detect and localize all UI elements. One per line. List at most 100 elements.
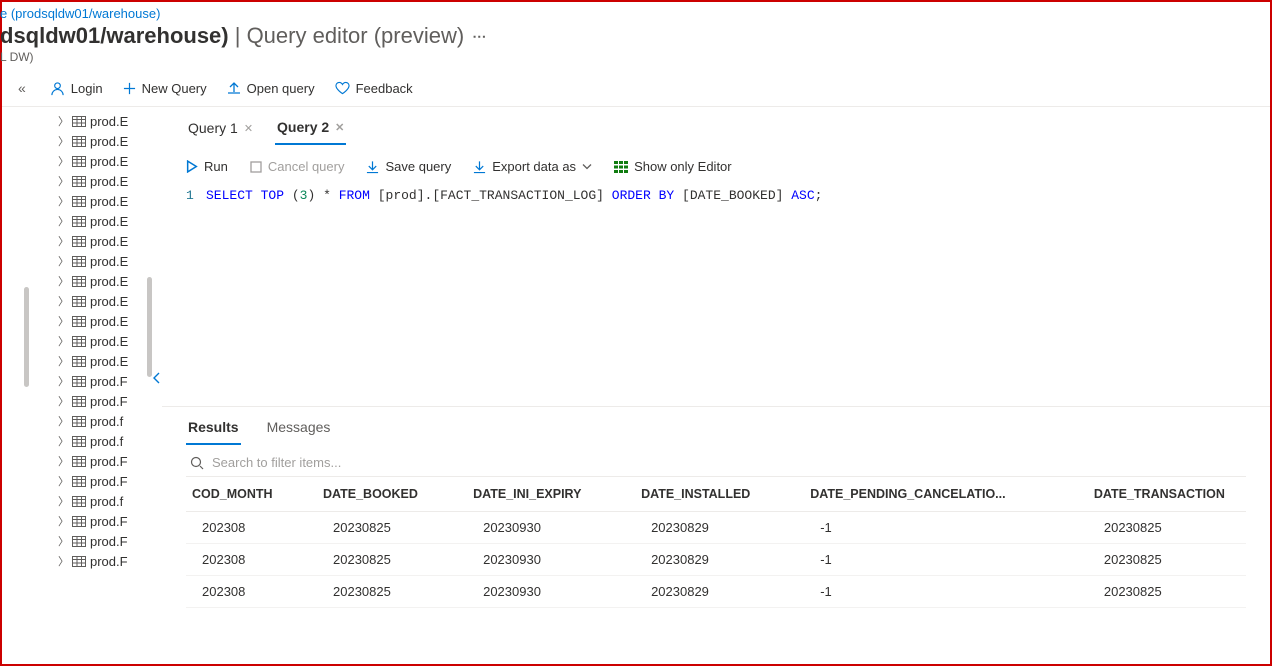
chevron-right-icon: 〉 <box>58 353 68 369</box>
page-subtitle: L DW) <box>0 50 1270 64</box>
sidebar-item-label: prod.E <box>90 254 128 269</box>
login-button[interactable]: Login <box>50 81 103 96</box>
results-grid[interactable]: COD_MONTHDATE_BOOKEDDATE_INI_EXPIRYDATE_… <box>186 477 1246 608</box>
sidebar-item[interactable]: 〉prod.E <box>58 271 152 291</box>
sidebar-item[interactable]: 〉prod.F <box>58 451 152 471</box>
top-toolbar: « Login New Query Open query Feedback <box>2 70 1270 107</box>
chevron-right-icon: 〉 <box>58 513 68 529</box>
more-icon[interactable]: ⋯ <box>472 28 486 45</box>
query-tab[interactable]: Query 1✕ <box>186 115 255 145</box>
sidebar-item[interactable]: 〉prod.E <box>58 151 152 171</box>
table-icon <box>72 516 86 527</box>
sidebar-item[interactable]: 〉prod.E <box>58 191 152 211</box>
sql-editor[interactable]: 1 SELECT TOP (3) * FROM [prod].[FACT_TRA… <box>162 186 1270 406</box>
table-row[interactable]: 202308202308252023093020230829-120230825 <box>186 576 1246 608</box>
chevron-right-icon: 〉 <box>58 433 68 449</box>
table-icon <box>72 296 86 307</box>
feedback-button[interactable]: Feedback <box>335 81 413 96</box>
sidebar-item-label: prod.E <box>90 274 128 289</box>
column-header[interactable]: DATE_BOOKED <box>317 477 467 512</box>
chevron-right-icon: 〉 <box>58 473 68 489</box>
column-header[interactable]: DATE_INSTALLED <box>635 477 804 512</box>
chevron-down-icon <box>582 163 592 170</box>
close-icon[interactable]: ✕ <box>244 122 253 135</box>
table-icon <box>72 116 86 127</box>
sidebar-item[interactable]: 〉prod.F <box>58 531 152 551</box>
table-icon <box>72 436 86 447</box>
feedback-label: Feedback <box>356 81 413 96</box>
sidebar-item[interactable]: 〉prod.F <box>58 371 152 391</box>
cell: 202308 <box>186 544 317 576</box>
cell: 20230825 <box>317 512 467 544</box>
chevron-right-icon: 〉 <box>58 233 68 249</box>
cell: 20230825 <box>317 544 467 576</box>
sidebar-item[interactable]: 〉prod.E <box>58 171 152 191</box>
column-header[interactable]: DATE_TRANSACTION <box>1088 477 1246 512</box>
table-icon <box>72 496 86 507</box>
sidebar-item[interactable]: 〉prod.E <box>58 211 152 231</box>
sidebar-item[interactable]: 〉prod.E <box>58 311 152 331</box>
close-icon[interactable]: ✕ <box>335 121 344 134</box>
login-label: Login <box>71 81 103 96</box>
chevron-right-icon: 〉 <box>58 313 68 329</box>
editor-toggle-label: Show only Editor <box>634 159 732 174</box>
sidebar-item[interactable]: 〉 prod.E <box>58 131 152 151</box>
sidebar-item[interactable]: 〉prod.F <box>58 511 152 531</box>
sidebar-item[interactable]: 〉 prod.F <box>58 471 152 491</box>
stop-icon <box>250 161 262 173</box>
run-button[interactable]: Run <box>186 159 228 174</box>
results-search-input[interactable] <box>212 455 512 470</box>
sidebar-item[interactable]: 〉prod.E <box>58 111 152 131</box>
table-icon <box>72 396 86 407</box>
object-explorer-sidebar[interactable]: 〉prod.E〉prod.E〉prod.E〉prod.E〉prod.E〉prod… <box>2 107 152 649</box>
chevron-right-icon: 〉 <box>58 453 68 469</box>
open-query-button[interactable]: Open query <box>227 81 315 96</box>
sql-code[interactable]: SELECT TOP (3) * FROM [prod].[FACT_TRANS… <box>206 188 822 404</box>
scrollbar[interactable] <box>147 277 152 377</box>
collapse-sidebar-button[interactable]: « <box>14 80 30 96</box>
cell: 20230930 <box>467 576 635 608</box>
page-title: dsqldw01/warehouse) | Query editor (prev… <box>0 23 1270 49</box>
query-tab[interactable]: Query 2✕ <box>275 115 346 145</box>
table-icon <box>72 456 86 467</box>
sidebar-item[interactable]: 〉 prod.E <box>58 351 152 371</box>
table-row[interactable]: 202308202308252023093020230829-120230825 <box>186 512 1246 544</box>
chevron-right-icon: 〉 <box>58 493 68 509</box>
new-query-button[interactable]: New Query <box>123 81 207 96</box>
cell: 202308 <box>186 512 317 544</box>
sidebar-item[interactable]: 〉prod.f <box>58 431 152 451</box>
tab-results[interactable]: Results <box>186 415 241 445</box>
sidebar-item-label: prod.F <box>90 394 128 409</box>
sidebar-item[interactable]: 〉prod.F <box>58 551 152 571</box>
sidebar-item-label: prod.E <box>90 134 128 149</box>
table-icon <box>72 216 86 227</box>
sidebar-item[interactable]: 〉 prod.f <box>58 491 152 511</box>
sidebar-item[interactable]: 〉prod.f <box>58 411 152 431</box>
scrollbar[interactable] <box>24 287 29 387</box>
sidebar-item-label: prod.E <box>90 354 128 369</box>
column-header[interactable]: COD_MONTH <box>186 477 317 512</box>
column-header[interactable]: DATE_PENDING_CANCELATIO... <box>804 477 1088 512</box>
sidebar-item-label: prod.f <box>90 414 123 429</box>
sidebar-item-label: prod.f <box>90 494 123 509</box>
sidebar-item[interactable]: 〉prod.E <box>58 291 152 311</box>
show-only-editor-button[interactable]: Show only Editor <box>614 159 732 174</box>
table-icon <box>72 316 86 327</box>
cell: -1 <box>804 512 1088 544</box>
splitter-handle[interactable] <box>152 107 162 649</box>
column-header[interactable]: DATE_INI_EXPIRY <box>467 477 635 512</box>
table-icon <box>72 256 86 267</box>
export-data-button[interactable]: Export data as <box>473 159 592 174</box>
save-query-button[interactable]: Save query <box>366 159 451 174</box>
sidebar-item[interactable]: 〉prod.E <box>58 251 152 271</box>
sidebar-item[interactable]: 〉prod.E <box>58 231 152 251</box>
tab-messages[interactable]: Messages <box>265 415 333 445</box>
breadcrumb-link[interactable]: e (prodsqldw01/warehouse) <box>0 2 1270 23</box>
table-row[interactable]: 202308202308252023093020230829-120230825 <box>186 544 1246 576</box>
sidebar-item[interactable]: 〉prod.F <box>58 391 152 411</box>
sidebar-item[interactable]: 〉prod.E <box>58 331 152 351</box>
sidebar-item-label: prod.F <box>90 474 128 489</box>
chevron-right-icon: 〉 <box>58 213 68 229</box>
chevron-right-icon: 〉 <box>58 133 68 149</box>
query-toolbar: Run Cancel query Save query Export data … <box>162 145 1270 186</box>
